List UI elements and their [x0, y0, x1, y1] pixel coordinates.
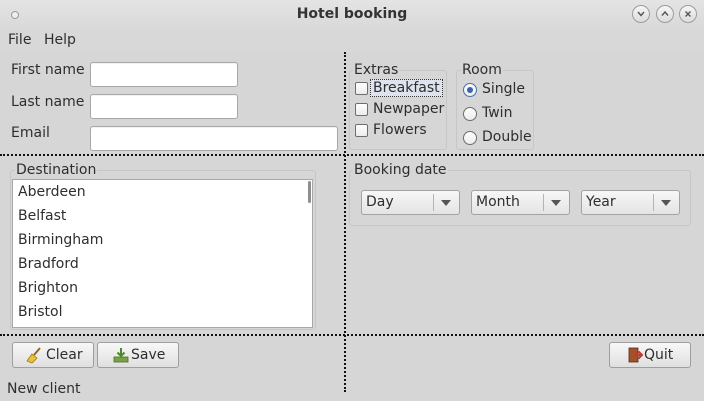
exit-door-icon	[628, 347, 644, 363]
day-select[interactable]: Day	[361, 190, 460, 215]
close-icon	[685, 11, 691, 17]
clear-button[interactable]: Clear	[12, 342, 94, 368]
combo-divider	[543, 194, 544, 211]
last-name-label: Last name	[11, 94, 85, 110]
flowers-checkbox[interactable]	[355, 124, 368, 137]
save-button[interactable]: Save	[97, 342, 179, 368]
menu-file[interactable]: File	[8, 31, 31, 49]
extras-label: Extras	[353, 62, 400, 78]
quit-button-label: Quit	[644, 347, 674, 363]
breakfast-checkbox[interactable]	[355, 82, 368, 95]
list-item[interactable]: Belfast	[13, 204, 312, 228]
minimize-button[interactable]	[632, 5, 650, 23]
combo-divider	[433, 194, 434, 211]
chevron-down-icon	[441, 200, 451, 206]
month-select-value: Month	[476, 194, 520, 210]
save-button-label: Save	[131, 347, 166, 363]
horizontal-separator-bottom	[0, 334, 704, 336]
status-bar-text: New client	[7, 381, 81, 397]
maximize-button[interactable]	[656, 5, 674, 23]
list-item[interactable]: Bradford	[13, 252, 312, 276]
vertical-separator	[344, 52, 346, 392]
destination-list[interactable]: Aberdeen Belfast Birmingham Bradford Bri…	[12, 179, 313, 328]
list-item[interactable]: Aberdeen	[13, 180, 312, 204]
chevron-down-icon	[551, 200, 561, 206]
month-select[interactable]: Month	[471, 190, 570, 215]
first-name-field[interactable]	[90, 62, 238, 87]
double-label[interactable]: Double	[482, 129, 532, 145]
first-name-label: First name	[11, 62, 85, 78]
double-radio[interactable]	[463, 131, 477, 145]
year-select-value: Year	[586, 194, 616, 210]
breakfast-label[interactable]: Breakfast	[370, 79, 443, 97]
twin-radio[interactable]	[463, 107, 477, 121]
clear-button-label: Clear	[46, 347, 83, 363]
room-label: Room	[461, 62, 503, 78]
booking-date-label: Booking date	[353, 162, 448, 178]
email-field[interactable]	[90, 126, 338, 151]
email-label: Email	[11, 125, 50, 141]
close-button[interactable]	[679, 5, 697, 23]
menu-help[interactable]: Help	[44, 31, 76, 49]
broom-icon	[26, 347, 41, 364]
twin-label[interactable]: Twin	[482, 105, 512, 121]
list-item[interactable]: Birmingham	[13, 228, 312, 252]
newpaper-label[interactable]: Newpaper	[373, 101, 444, 117]
last-name-field[interactable]	[90, 94, 238, 119]
day-select-value: Day	[366, 194, 394, 210]
menu-bar	[0, 28, 704, 52]
horizontal-separator-top	[0, 154, 704, 156]
list-item[interactable]: Bristol	[13, 300, 312, 324]
list-item[interactable]: Brighton	[13, 276, 312, 300]
chevron-down-icon	[661, 200, 671, 206]
quit-button[interactable]: Quit	[609, 342, 691, 368]
window-title: Hotel booking	[296, 6, 408, 22]
save-icon	[113, 348, 129, 363]
year-select[interactable]: Year	[581, 190, 680, 215]
flowers-label[interactable]: Flowers	[373, 122, 427, 138]
newpaper-checkbox[interactable]	[355, 103, 368, 116]
single-radio[interactable]	[463, 83, 477, 97]
combo-divider	[653, 194, 654, 211]
chevron-down-icon	[637, 11, 645, 17]
scrollbar-thumb[interactable]	[308, 181, 311, 203]
chevron-up-icon	[661, 10, 669, 16]
destination-label: Destination	[15, 162, 98, 178]
single-label[interactable]: Single	[482, 81, 525, 97]
